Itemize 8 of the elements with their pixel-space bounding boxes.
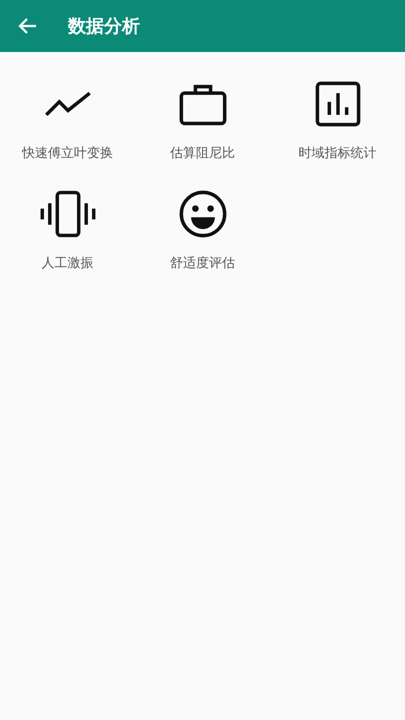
page-title: 数据分析 <box>68 15 140 38</box>
vibrating-phone-icon <box>38 188 98 240</box>
feature-tile[interactable]: 时域指标统计 <box>270 74 405 170</box>
feature-tile[interactable]: 人工激振 <box>0 184 135 280</box>
feature-tile[interactable]: 快速傅立叶变换 <box>0 74 135 170</box>
feature-tile[interactable]: 舒适度评估 <box>135 184 270 280</box>
smiley-face-icon <box>176 188 228 240</box>
feature-tile[interactable]: 估算阻尼比 <box>135 74 270 170</box>
